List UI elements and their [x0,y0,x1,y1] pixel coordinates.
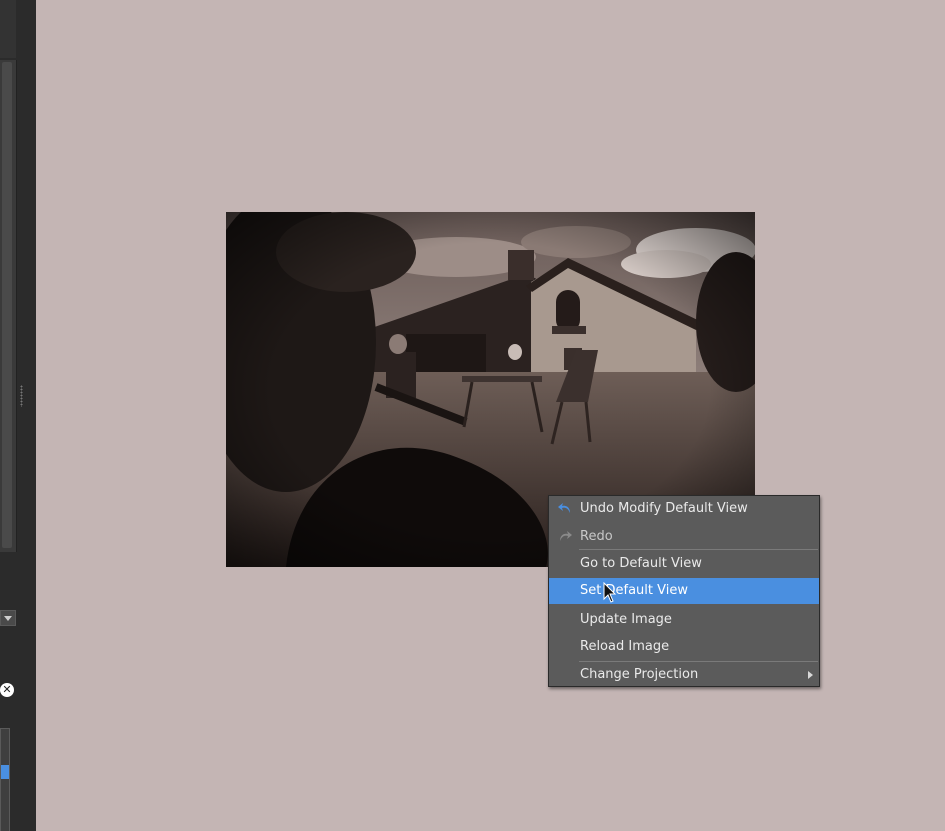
left-side-panel: ✕ [0,0,36,831]
redo-icon [560,531,572,541]
left-panel-scrollbar[interactable] [0,60,17,552]
menu-item-label: Reload Image [580,639,670,654]
menu-item-label: Change Projection [580,667,699,682]
mouse-pointer-icon [603,582,617,603]
menu-item-label: Undo Modify Default View [580,501,748,516]
menu-item-change-projection[interactable]: Change Projection [549,662,819,688]
context-menu: Undo Modify Default View Redo Go to Defa… [548,495,820,687]
menu-item-redo[interactable]: Redo [549,524,819,550]
undo-icon [558,503,570,513]
panel-dropdown-button[interactable] [0,610,16,626]
menu-item-go-to-default-view[interactable]: Go to Default View [549,551,819,577]
menu-item-update-image[interactable]: Update Image [549,607,819,633]
chevron-right-icon [808,671,813,679]
image-viewport[interactable]: ✕ Undo Modify Default View Redo Go to De… [0,0,945,831]
menu-item-undo[interactable]: Undo Modify Default View [549,496,819,522]
scrollbar-thumb[interactable] [2,62,12,548]
chevron-down-icon [4,616,12,621]
menu-item-set-default-view[interactable]: Set Default View [549,578,819,604]
menu-item-reload-image[interactable]: Reload Image [549,634,819,660]
close-icon[interactable]: ✕ [0,683,14,697]
menu-item-label: Redo [580,529,613,544]
menu-item-label: Update Image [580,612,672,627]
left-panel-list[interactable] [0,728,10,831]
left-panel-header [0,0,16,58]
list-item-selected[interactable] [1,765,9,779]
menu-item-label: Set Default View [580,583,688,598]
menu-item-label: Go to Default View [580,556,702,571]
splitter-grip-handle[interactable] [20,385,23,407]
menu-separator [579,549,818,550]
